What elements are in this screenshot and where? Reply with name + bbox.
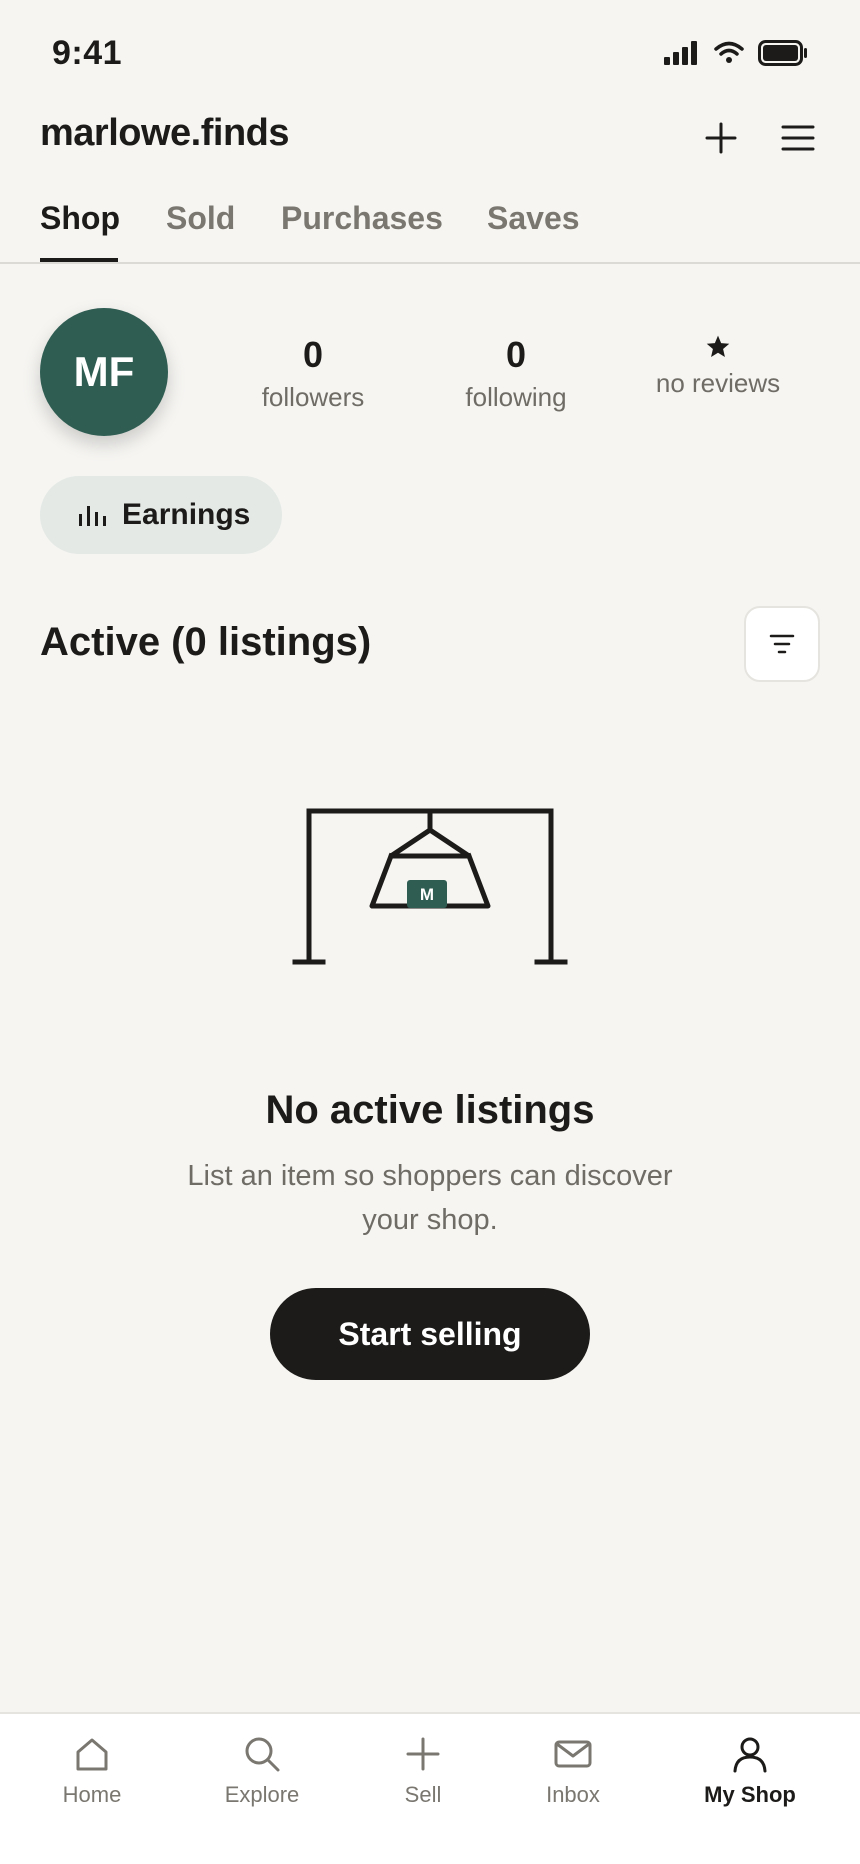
nav-label-explore: Explore (224, 1782, 300, 1807)
followers-label: followers (261, 382, 365, 412)
battery-icon (758, 40, 807, 66)
profile-tabs: Shop Sold Purchases Saves (0, 196, 860, 264)
following-stat[interactable]: 0 following (436, 334, 596, 413)
nav-item-explore[interactable]: Explore (192, 1734, 332, 1808)
mail-icon (554, 1740, 592, 1768)
add-button[interactable] (693, 110, 749, 166)
status-icons (664, 40, 808, 66)
earnings-label: Earnings (122, 498, 251, 531)
empty-state-title: No active listings (265, 1088, 595, 1132)
nav-item-home[interactable]: Home (22, 1734, 162, 1808)
status-bar: 9:41 (0, 0, 860, 100)
home-icon (76, 1738, 108, 1771)
tab-shop[interactable]: Shop (40, 200, 120, 237)
bar-chart-icon (79, 506, 106, 526)
search-icon (245, 1737, 280, 1772)
followers-count: 0 (302, 334, 324, 375)
person-icon (733, 1737, 767, 1773)
empty-state-description: List an item so shoppers can discover yo… (187, 1160, 673, 1236)
tab-saves[interactable]: Saves (487, 200, 580, 237)
profile-header: marlowe.finds (0, 100, 860, 200)
reviews-label: no reviews (655, 368, 781, 398)
hamburger-menu-icon (781, 125, 815, 151)
tab-sold[interactable]: Sold (166, 200, 235, 237)
following-label: following (465, 382, 567, 412)
illustration-tag-label: M (420, 885, 434, 904)
nav-label-sell: Sell (404, 1782, 442, 1807)
followers-stat[interactable]: 0 followers (233, 334, 393, 413)
nav-label-home: Home (62, 1782, 122, 1807)
status-time: 9:41 (52, 34, 123, 72)
reviews-stat[interactable]: no reviews (638, 334, 798, 399)
tab-purchases[interactable]: Purchases (281, 200, 443, 237)
signal-icon (664, 41, 697, 65)
nav-item-inbox[interactable]: Inbox (503, 1734, 643, 1808)
wifi-icon (714, 41, 744, 63)
filter-button[interactable] (744, 606, 820, 682)
plus-icon (406, 1737, 440, 1771)
nav-label-my-shop: My Shop (704, 1782, 796, 1807)
nav-item-sell[interactable]: Sell (353, 1734, 493, 1808)
menu-button[interactable] (770, 110, 826, 166)
nav-label-inbox: Inbox (546, 1782, 600, 1807)
start-selling-button[interactable]: Start selling (270, 1288, 590, 1380)
bottom-navigation: Home Explore Sell Inbox My Shop (0, 1712, 860, 1864)
active-tab-indicator (40, 258, 118, 262)
clothing-rack-illustration: M (292, 808, 568, 965)
star-icon (706, 335, 730, 357)
following-count: 0 (505, 334, 527, 375)
nav-item-my-shop[interactable]: My Shop (680, 1734, 820, 1808)
plus-icon (705, 122, 737, 154)
section-title: Active (0 listings) (40, 620, 372, 664)
filter-icon (769, 634, 795, 654)
earnings-button[interactable]: Earnings (40, 476, 282, 554)
avatar[interactable]: MF (40, 308, 168, 436)
shop-username: marlowe.finds (40, 112, 290, 154)
